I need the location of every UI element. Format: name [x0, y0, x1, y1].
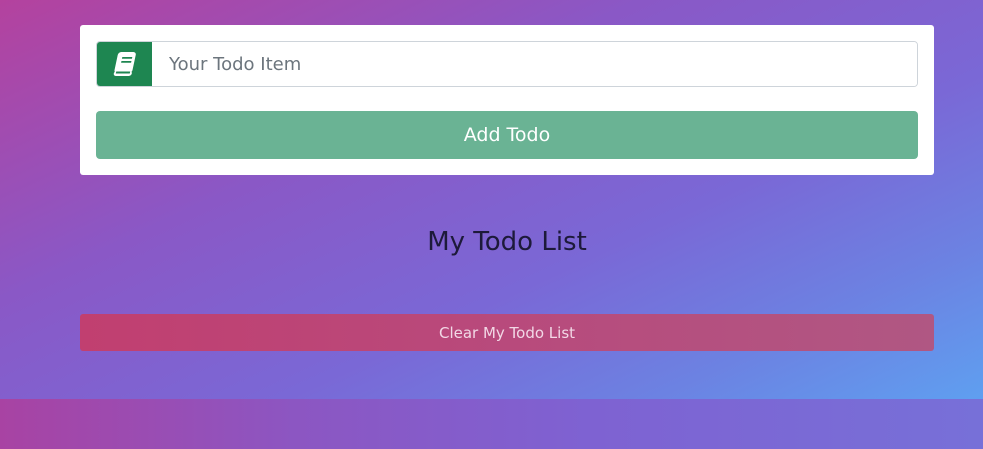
todo-input-group — [96, 41, 918, 87]
todo-form-card: Add Todo — [80, 25, 934, 175]
book-icon — [113, 52, 136, 76]
todo-input[interactable] — [152, 42, 917, 86]
input-icon-addon — [97, 42, 152, 86]
todo-list-title: My Todo List — [427, 227, 587, 257]
footer-band — [0, 399, 983, 449]
clear-todo-list-button[interactable]: Clear My Todo List — [80, 314, 934, 351]
add-todo-button[interactable]: Add Todo — [96, 111, 918, 159]
